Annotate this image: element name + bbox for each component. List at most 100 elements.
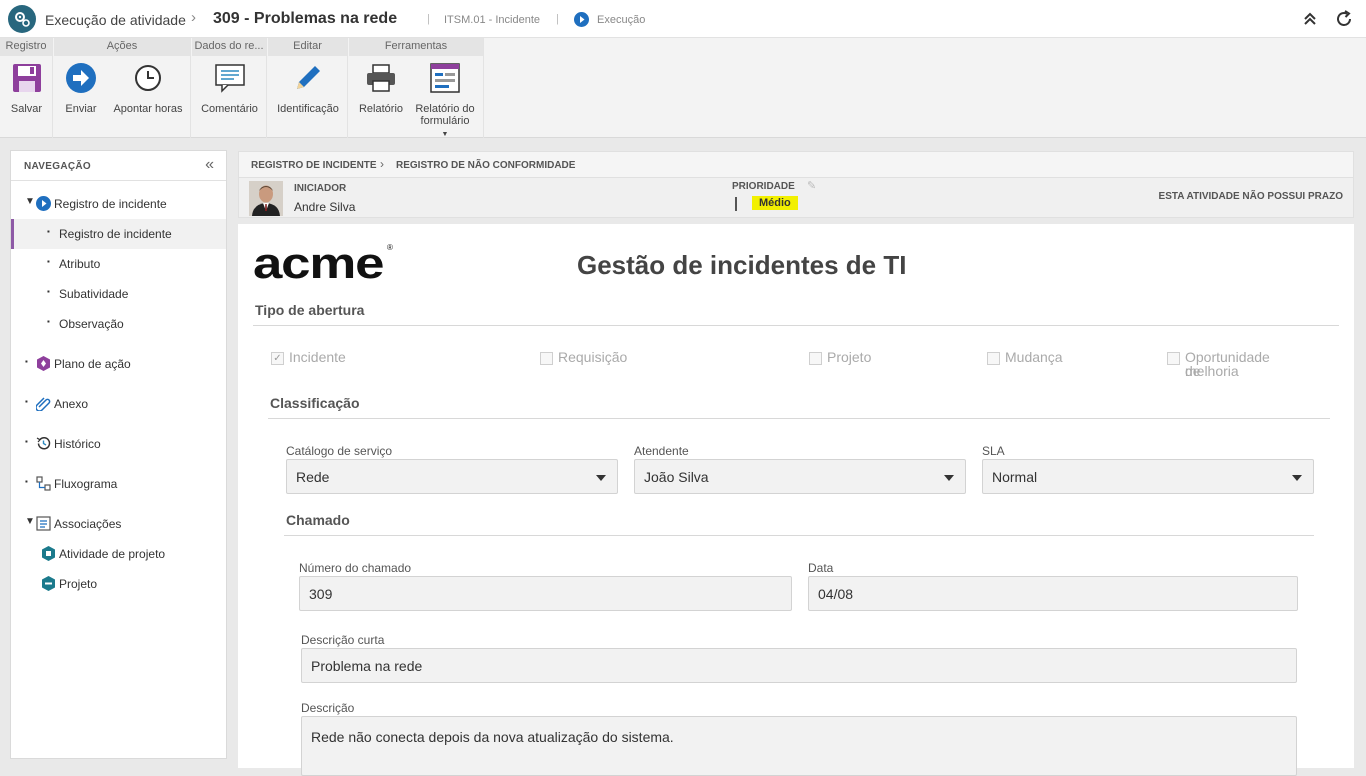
nav-item-label: Atividade de projeto: [59, 547, 166, 561]
nav-item-label: Plano de ação: [54, 357, 131, 371]
nav-subitem-observacao[interactable]: ▪ Observação: [11, 309, 226, 339]
project-activity-icon: [41, 546, 56, 561]
nav-item-label: Anexo: [54, 397, 89, 411]
dropdown-arrow-icon: [1292, 475, 1302, 481]
log-hours-label: Apontar horas: [113, 103, 183, 115]
sla-select[interactable]: Normal: [982, 459, 1314, 494]
field-label: Número do chamado: [299, 561, 412, 575]
identification-label: Identificação: [277, 103, 339, 115]
field-value: 04/08: [818, 586, 854, 602]
identification-button[interactable]: Identificação: [272, 60, 344, 115]
deadline-status: ESTA ATIVIDADE NÃO POSSUI PRAZO: [1158, 191, 1343, 202]
check-icon: ✓: [271, 352, 284, 365]
nav-item-label: Subatividade: [59, 287, 129, 301]
send-label: Enviar: [65, 103, 97, 115]
nav-item-plano-de-acao[interactable]: ▪ Plano de ação: [11, 349, 226, 379]
nav-item-registro-de-incidente[interactable]: ▼ Registro de incidente: [11, 189, 226, 219]
attendant-select[interactable]: João Silva: [634, 459, 966, 494]
form-report-button[interactable]: Relatório do formulário ▼: [411, 60, 479, 141]
paperclip-icon: [35, 396, 51, 412]
checkbox-label: Incidente: [289, 349, 346, 365]
bullet-icon: ▪: [47, 287, 50, 296]
comment-button[interactable]: Comentário: [196, 60, 263, 115]
form-report-icon: [411, 60, 479, 96]
send-button[interactable]: Enviar: [58, 60, 104, 115]
bullet-icon: ▪: [25, 357, 28, 366]
log-hours-button[interactable]: Apontar horas: [110, 60, 186, 115]
nav-item-label: Registro de incidente: [59, 227, 172, 241]
field-label: Descrição curta: [301, 633, 385, 647]
nav-item-label: Registro de incidente: [54, 197, 167, 211]
description-textarea[interactable]: Rede não conecta depois da nova atualiza…: [301, 716, 1297, 776]
registered-mark: ®: [387, 243, 393, 252]
nav-item-associacoes[interactable]: ▼ Associações: [11, 509, 226, 539]
nav-item-label: Observação: [59, 317, 124, 331]
ribbon-toolbar: Registro Salvar Ações Enviar Apontar hor…: [0, 38, 1366, 138]
form-report-label: Relatório do formulário: [415, 103, 475, 127]
printer-icon: [353, 60, 409, 96]
nav-subitem-subatividade[interactable]: ▪ Subatividade: [11, 279, 226, 309]
divider: |: [556, 13, 559, 25]
bullet-icon: ▪: [47, 257, 50, 266]
save-button[interactable]: Salvar: [2, 60, 51, 115]
collapse-left-icon[interactable]: «: [205, 156, 214, 174]
breadcrumb-item[interactable]: REGISTRO DE INCIDENTE: [251, 160, 377, 171]
checkbox-label-line2: melhoria: [1185, 363, 1239, 379]
nav-subitem-registro-de-incidente[interactable]: ▪ Registro de incidente: [11, 219, 226, 249]
refresh-icon[interactable]: [1334, 9, 1354, 29]
field-label: SLA: [982, 444, 1005, 458]
report-label: Relatório: [358, 103, 404, 115]
breadcrumb-item: REGISTRO DE NÃO CONFORMIDADE: [396, 160, 576, 171]
bullet-icon: ▪: [25, 437, 28, 446]
chevron-right-icon: ›: [191, 9, 196, 26]
checkbox-label: Projeto: [827, 349, 872, 365]
nav-subitem-atributo[interactable]: ▪ Atributo: [11, 249, 226, 279]
report-button[interactable]: Relatório: [353, 60, 409, 115]
ribbon-group-dados: Dados do re... Comentário: [192, 38, 267, 138]
pencil-icon[interactable]: ✎: [807, 179, 816, 192]
ribbon-group-registro: Registro Salvar: [0, 38, 53, 138]
checkbox-box: [540, 352, 553, 365]
chevron-right-icon: ›: [380, 157, 384, 171]
nav-item-anexo[interactable]: ▪ Anexo: [11, 389, 226, 419]
field-label: Atendente: [634, 444, 689, 458]
comment-label: Comentário: [201, 103, 258, 115]
checkbox-box: [987, 352, 1000, 365]
acme-logo: acme: [253, 239, 384, 288]
ticket-number-field[interactable]: 309: [299, 576, 792, 611]
short-description-field[interactable]: Problema na rede: [301, 648, 1297, 683]
section-title-classification: Classificação: [270, 395, 360, 411]
dropdown-arrow-icon: [944, 475, 954, 481]
navigation-header: NAVEGAÇÃO «: [11, 151, 226, 181]
nav-subitem-atividade-de-projeto[interactable]: Atividade de projeto: [11, 539, 226, 569]
ribbon-group-label: Registro: [0, 38, 52, 56]
ribbon-group-editar: Editar Identificação: [268, 38, 348, 138]
section-title-ticket: Chamado: [286, 512, 350, 528]
expanded-caret-icon[interactable]: ▼: [25, 516, 35, 527]
initiator-label: INICIADOR: [294, 183, 347, 194]
select-value: Normal: [992, 469, 1038, 485]
ribbon-group-acoes: Ações Enviar Apontar horas: [54, 38, 191, 138]
project-icon: [41, 576, 56, 591]
divider: |: [427, 13, 430, 25]
bullet-icon: ▪: [47, 317, 50, 326]
form-title: Gestão de incidentes de TI: [577, 250, 907, 280]
field-value: 309: [309, 586, 333, 602]
section-divider: [253, 325, 1339, 326]
expanded-caret-icon[interactable]: ▼: [25, 196, 35, 207]
app-title: Execução de atividade: [45, 12, 186, 28]
field-value: Problema na rede: [311, 658, 423, 674]
field-value: Rede não conecta depois da nova atualiza…: [311, 729, 674, 745]
pencil-icon: [272, 60, 344, 96]
nav-subitem-projeto[interactable]: Projeto: [11, 569, 226, 599]
service-catalog-select[interactable]: Rede: [286, 459, 618, 494]
nav-item-historico[interactable]: ▪ Histórico: [11, 429, 226, 459]
ribbon-group-ferramentas: Ferramentas Relatório Relatório do formu…: [349, 38, 484, 138]
floppy-disk-icon: [2, 60, 51, 96]
caret-down-icon[interactable]: ▼: [411, 129, 479, 141]
nav-item-fluxograma[interactable]: ▪ Fluxograma: [11, 469, 226, 499]
date-field[interactable]: 04/08: [808, 576, 1298, 611]
section-divider: [268, 418, 1330, 419]
record-info-bar: INICIADOR Andre Silva PRIORIDADE ✎ Médio…: [238, 178, 1354, 218]
collapse-up-icon[interactable]: [1300, 10, 1320, 28]
